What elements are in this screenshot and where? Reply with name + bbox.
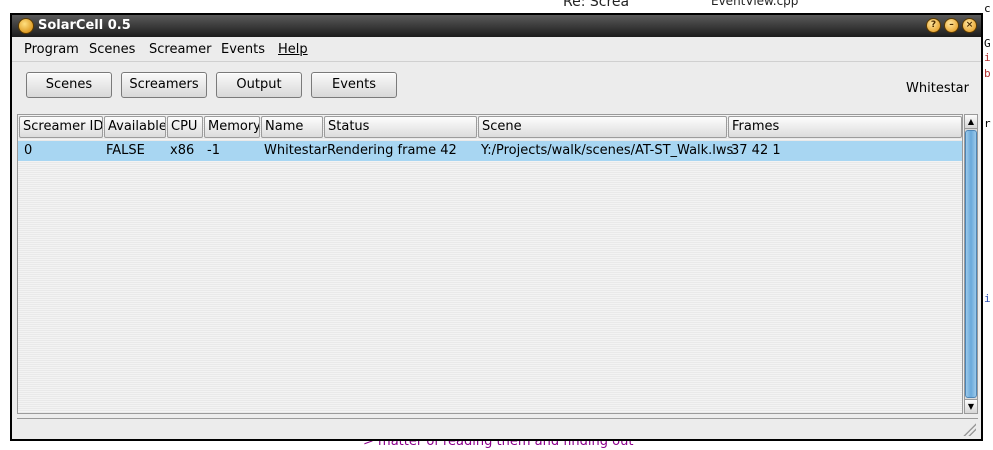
help-icon[interactable]: ? [926,18,941,33]
cell-available: FALSE [106,143,145,158]
scroll-down-icon[interactable]: ▼ [965,399,977,413]
bg-letter-6: i [984,292,991,305]
cell-scene: Y:/Projects/walk/scenes/AT-ST_Walk.lws [481,143,734,158]
solarcell-window: SolarCell 0.5 ? – × Program Scenes Screa… [10,13,983,441]
status-bar [17,418,978,438]
menu-help[interactable]: Help [278,42,308,57]
column-header-screamer-id[interactable]: Screamer ID [19,116,103,138]
scenes-button[interactable]: Scenes [26,72,112,98]
cell-frames: 37 42 1 [731,143,781,158]
menu-scenes[interactable]: Scenes [89,42,135,57]
cell-name: Whitestar [264,143,327,158]
vertical-scrollbar[interactable]: ▲ ▼ [964,114,978,414]
scrollbar-thumb[interactable] [965,130,977,398]
menu-events[interactable]: Events [221,42,265,57]
close-icon[interactable]: × [962,18,977,33]
column-header-memory[interactable]: Memory [204,116,260,138]
cell-memory: -1 [207,143,220,158]
menu-help-label: Help [278,42,308,57]
bg-thread-subject: Re: Screa [563,0,630,10]
cell-status: Rendering frame 42 [327,143,457,158]
bg-letter-2: G [984,37,991,50]
resize-grip-icon[interactable] [962,422,976,436]
column-header-status[interactable]: Status [324,116,477,138]
cell-cpu: x86 [170,143,195,158]
toolbar: Scenes Screamers Output Events Whitestar [12,62,981,104]
menu-program[interactable]: Program [24,42,79,57]
menu-bar: Program Scenes Screamer Events Help [12,37,981,62]
background-window-top: Re: Screa EventView.cpp [345,0,985,10]
app-logo-icon[interactable] [18,18,34,34]
column-header-scene[interactable]: Scene [478,116,727,138]
table-header: Screamer ID Available CPU Memory Name St… [18,115,962,139]
column-header-available[interactable]: Available [104,116,166,138]
output-button[interactable]: Output [216,72,302,98]
host-name-label: Whitestar [906,81,969,96]
minimize-icon[interactable]: – [944,18,959,33]
window-title: SolarCell 0.5 [38,18,131,33]
table-row[interactable]: 0 FALSE x86 -1 Whitestar Rendering frame… [18,141,962,161]
column-header-name[interactable]: Name [261,116,323,138]
screamers-button[interactable]: Screamers [121,72,207,98]
bg-letter-5: r [984,117,991,130]
events-button[interactable]: Events [311,72,397,98]
bg-letter-3: i [984,51,991,64]
bg-letter-4: b [984,67,991,80]
bg-letter-1: c [984,2,991,15]
screamer-table: Screamer ID Available CPU Memory Name St… [17,114,963,414]
column-header-cpu[interactable]: CPU [167,116,203,138]
cell-screamer-id: 0 [24,143,33,158]
title-bar[interactable]: SolarCell 0.5 ? – × [12,15,981,37]
scroll-up-icon[interactable]: ▲ [965,115,977,129]
menu-screamer[interactable]: Screamer [149,42,211,57]
column-header-frames[interactable]: Frames [728,116,962,138]
background-editor-edge: c G i b r i [982,0,993,450]
bg-file-name: EventView.cpp [711,0,799,8]
